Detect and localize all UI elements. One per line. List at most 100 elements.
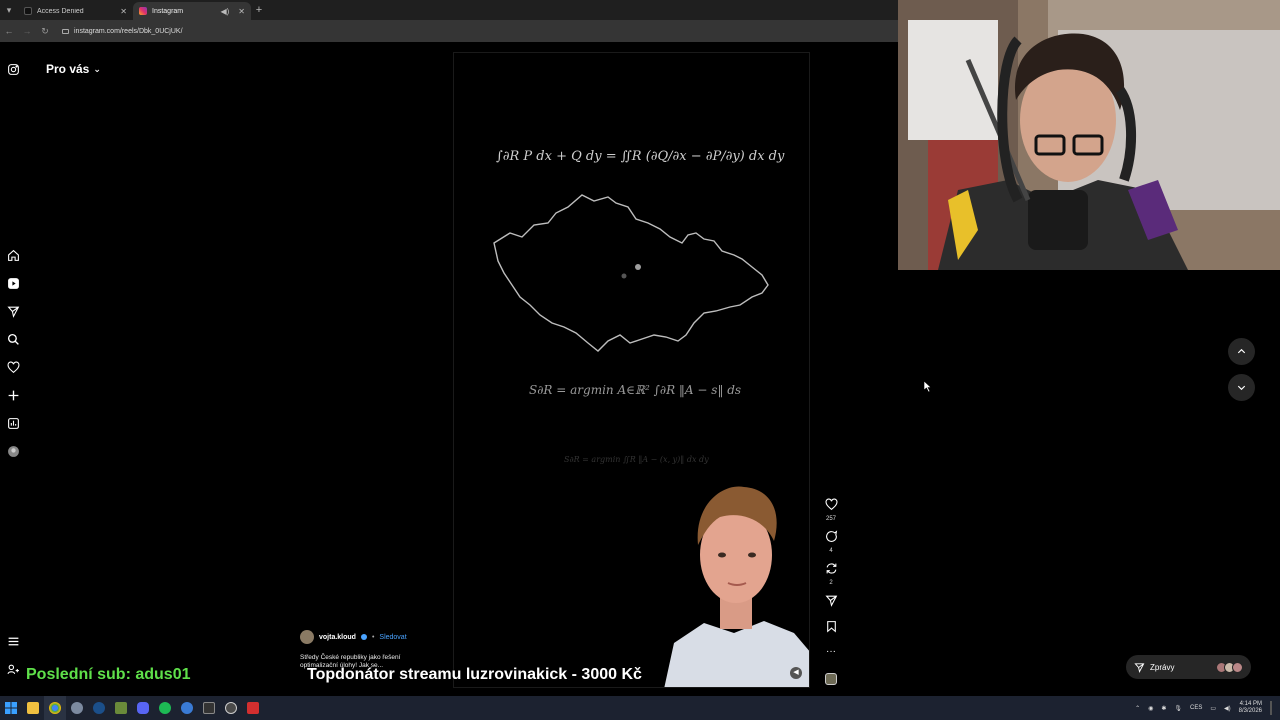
clock[interactable]: 4:14 PM 8/3/2026 [1239, 701, 1262, 715]
microphone-icon[interactable]: 🎙 [1174, 705, 1182, 712]
chevron-down-icon: ⌄ [93, 63, 101, 74]
webcam-feed [898, 0, 1280, 270]
tab-instagram[interactable]: Instagram ◀) ✕ [133, 2, 251, 20]
presenter-video [664, 483, 809, 687]
minecraft-icon[interactable] [110, 696, 132, 720]
steam-icon[interactable] [88, 696, 110, 720]
messages-button[interactable]: Zprávy [1126, 655, 1251, 679]
instagram-logo-icon[interactable] [7, 63, 20, 76]
chevron-up-icon [1237, 348, 1246, 354]
reload-icon[interactable]: ↻ [40, 26, 50, 37]
sidebar [0, 42, 28, 696]
url-field[interactable]: instagram.com/reels/Dbk_0UCjUK/ [62, 28, 183, 35]
search-icon[interactable] [7, 333, 20, 346]
audio-thumbnail[interactable] [820, 672, 842, 690]
home-icon[interactable] [7, 249, 20, 262]
comment-button[interactable]: 4 [820, 530, 842, 554]
tab-title: Instagram [152, 7, 184, 15]
c-app-icon[interactable] [176, 696, 198, 720]
create-plus-icon[interactable] [7, 389, 20, 402]
mute-icon[interactable]: ◀ [790, 667, 802, 679]
repost-icon [826, 563, 836, 574]
more-options-icon[interactable]: ··· [820, 646, 842, 657]
spotify-icon[interactable] [154, 696, 176, 720]
author-name[interactable]: vojta.kloud [319, 634, 356, 641]
recording-app-icon[interactable] [242, 696, 264, 720]
tray-expand-icon[interactable]: ⌃ [1135, 705, 1140, 712]
more-menu-icon[interactable] [7, 635, 20, 648]
repost-count: 2 [829, 580, 833, 586]
next-reel-button[interactable] [1228, 374, 1255, 401]
repost-button[interactable]: 2 [820, 562, 842, 586]
clock-time: 4:14 PM [1239, 701, 1262, 707]
display-icon[interactable]: ▭ [1210, 705, 1216, 712]
system-tray: ⌃ ◉ ✱ 🎙 CES ▭ ◀) 4:14 PM 8/3/2026 [1135, 696, 1272, 720]
like-count: 257 [825, 516, 836, 522]
notifications-heart-icon[interactable] [7, 361, 20, 374]
new-tab-button[interactable]: + [251, 4, 267, 16]
language-indicator[interactable]: CES [1190, 705, 1202, 711]
save-button[interactable] [820, 620, 842, 638]
messages-label: Zprávy [1150, 662, 1175, 672]
previous-reel-button[interactable] [1228, 338, 1255, 365]
windows-start-icon[interactable] [0, 696, 22, 720]
close-tab-icon[interactable]: ✕ [120, 7, 127, 16]
author-avatar[interactable] [300, 630, 314, 644]
close-tab-icon[interactable]: ✕ [238, 7, 245, 16]
feed-selector[interactable]: Pro vás ⌄ [46, 62, 101, 76]
follow-button[interactable]: Sledovat [379, 634, 406, 641]
message-avatars [1216, 661, 1243, 673]
discord-icon[interactable] [132, 696, 154, 720]
file-explorer-icon[interactable] [22, 696, 44, 720]
separator-dot: • [371, 633, 375, 641]
green-theorem-formula: ∫∂R P dx + Q dy = ∬R (∂Q/∂x − ∂P/∂y) dx … [496, 149, 785, 164]
reel-video[interactable]: ∫∂R P dx + Q dy = ∬R (∂Q/∂x − ∂P/∂y) dx … [453, 52, 810, 688]
top-donor-overlay: Topdonátor streamu luzrovinakick - 3000 … [307, 666, 642, 683]
streamer-webcam [898, 0, 1280, 270]
mouse-cursor-icon [924, 381, 932, 392]
tab-list-chevron-icon[interactable]: ▾ [0, 0, 18, 20]
comment-icon [825, 530, 837, 542]
chrome-icon[interactable] [44, 696, 66, 720]
dashboard-icon[interactable] [7, 417, 20, 430]
verified-badge-icon [360, 634, 367, 640]
browser-tabbar: ▾ Access Denied ✕ Instagram ◀) ✕ + [0, 0, 898, 20]
comment-count: 4 [829, 548, 833, 554]
tab-access-denied[interactable]: Access Denied ✕ [18, 2, 133, 20]
bookmark-icon [826, 621, 836, 633]
instagram-favicon-icon [139, 7, 147, 15]
back-icon[interactable]: ← [4, 26, 14, 36]
tiktok-favicon-icon [24, 7, 32, 15]
share-icon [824, 595, 837, 607]
reel-author: vojta.kloud • Sledovat [300, 630, 407, 644]
also-from-meta-icon[interactable] [7, 663, 20, 676]
clock-date: 8/3/2026 [1238, 708, 1262, 714]
reels-icon[interactable] [7, 277, 20, 290]
faint-formula: S∂R = argmin ∬R ‖A − (x, y)‖ dx dy [564, 455, 709, 464]
shield-app-icon[interactable] [66, 696, 88, 720]
argmin-formula: S∂R = argmin A∈ℝ² ∫∂R ‖A − s‖ ds [529, 383, 742, 397]
address-bar: ← → ↻ instagram.com/reels/Dbk_0UCjUK/ [0, 20, 898, 42]
messages-send-icon [1134, 662, 1145, 673]
volume-icon[interactable]: ◀) [1224, 705, 1231, 712]
like-button[interactable]: 257 [820, 498, 842, 522]
tab-title: Access Denied [37, 7, 84, 15]
last-sub-overlay: Poslední sub: adus01 [26, 666, 191, 683]
site-info-icon[interactable] [62, 28, 69, 34]
url-text: instagram.com/reels/Dbk_0UCjUK/ [74, 27, 183, 35]
heart-icon [825, 498, 837, 511]
profile-avatar-icon[interactable] [7, 445, 20, 458]
network-icon[interactable]: ◉ [1148, 705, 1153, 712]
avatar [1232, 661, 1243, 673]
feed-title: Pro vás [46, 62, 90, 76]
terminal-icon[interactable] [198, 696, 220, 720]
forward-icon[interactable]: → [22, 26, 32, 36]
show-desktop-button[interactable] [1270, 701, 1272, 715]
speaker-icon[interactable]: ◀) [220, 7, 229, 16]
bluetooth-icon[interactable]: ✱ [1161, 705, 1166, 712]
share-button[interactable] [820, 594, 842, 612]
obs-icon[interactable] [220, 696, 242, 720]
messages-icon[interactable] [7, 305, 20, 318]
audio-icon [825, 673, 837, 685]
chevron-down-icon [1237, 385, 1246, 391]
